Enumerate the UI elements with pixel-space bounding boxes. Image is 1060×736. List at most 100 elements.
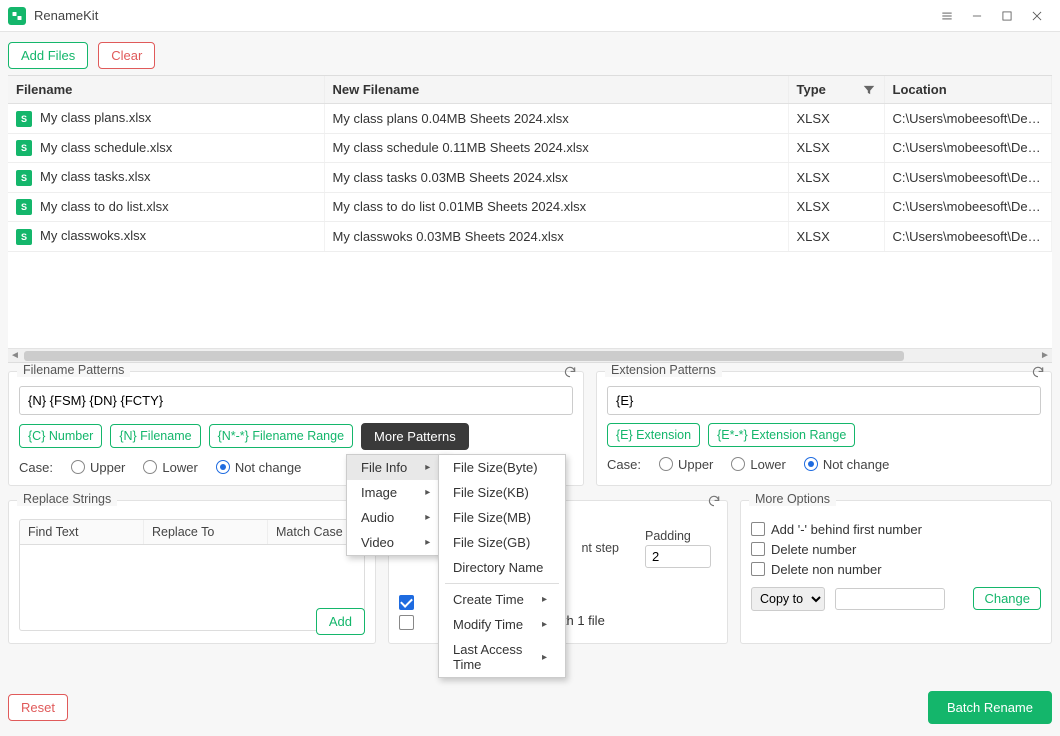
col-location[interactable]: Location [884,76,1052,104]
cell-newname: My classwoks 0.03MB Sheets 2024.xlsx [324,222,788,252]
maximize-button[interactable] [992,0,1022,32]
cell-type: XLSX [788,163,884,193]
menu-last-access-time[interactable]: Last Access Time▸ [439,637,565,677]
chk-unknown1[interactable] [399,595,414,610]
batch-rename-button[interactable]: Batch Rename [928,691,1052,724]
pill-filename[interactable]: {N} Filename [110,424,200,448]
cell-location: C:\Users\mobeesoft\Desktop\ [884,222,1052,252]
chk-delete-number[interactable] [751,542,765,556]
menu-directory-name[interactable]: Directory Name [439,555,565,580]
clear-button[interactable]: Clear [98,42,155,69]
toolbar: Add Files Clear [0,32,1060,75]
file-table: Filename New Filename Type Location SMy … [8,75,1052,363]
cell-filename: My class to do list.xlsx [40,199,169,214]
panel-title: Filename Patterns [17,363,130,377]
filter-icon[interactable] [862,83,876,100]
hamburger-menu-icon[interactable] [932,0,962,32]
col-filename[interactable]: Filename [8,76,324,104]
menu-size-byte[interactable]: File Size(Byte) [439,455,565,480]
cell-newname: My class to do list 0.01MB Sheets 2024.x… [324,192,788,222]
file-info-submenu[interactable]: File Size(Byte) File Size(KB) File Size(… [438,454,566,678]
chk-dash[interactable] [751,522,765,536]
menu-video[interactable]: Video▸ [347,530,448,555]
more-patterns-menu[interactable]: File Info▸ Image▸ Audio▸ Video▸ [346,454,449,556]
panel-title: Replace Strings [17,492,117,506]
chk-restart[interactable] [399,615,414,630]
pill-number[interactable]: {C} Number [19,424,102,448]
pill-extension-range[interactable]: {E*-*} Extension Range [708,423,855,447]
cell-newname: My class schedule 0.11MB Sheets 2024.xls… [324,133,788,163]
menu-size-mb[interactable]: File Size(MB) [439,505,565,530]
spreadsheet-icon: S [16,229,32,245]
extension-pattern-input[interactable] [607,386,1041,415]
minimize-button[interactable] [962,0,992,32]
table-row[interactable]: SMy class plans.xlsxMy class plans 0.04M… [8,104,1052,134]
menu-modify-time[interactable]: Modify Time▸ [439,612,565,637]
refresh-icon[interactable] [707,494,721,511]
cell-newname: My class tasks 0.03MB Sheets 2024.xlsx [324,163,788,193]
cell-type: XLSX [788,192,884,222]
spreadsheet-icon: S [16,199,32,215]
panel-title: More Options [749,492,836,506]
menu-size-kb[interactable]: File Size(KB) [439,480,565,505]
copy-move-select[interactable]: Copy to [751,587,825,611]
col-replace: Replace To [144,520,268,544]
menu-file-info[interactable]: File Info▸ [347,455,448,480]
scroll-left-arrow[interactable]: ◄ [8,349,22,363]
increment-step-field: nt step [581,541,619,555]
pill-extension[interactable]: {E} Extension [607,423,700,447]
col-newname[interactable]: New Filename [324,76,788,104]
cell-location: C:\Users\mobeesoft\Desktop\ [884,104,1052,134]
chk-delete-non-number[interactable] [751,562,765,576]
table-row[interactable]: SMy class schedule.xlsxMy class schedule… [8,133,1052,163]
case-label: Case: [19,460,53,475]
reset-button[interactable]: Reset [8,694,68,721]
pill-filename-range[interactable]: {N*-*} Filename Range [209,424,353,448]
filename-pattern-input[interactable] [19,386,573,415]
table-header-row: Filename New Filename Type Location [8,76,1052,104]
refresh-icon[interactable] [563,365,577,382]
horizontal-scrollbar[interactable]: ◄ ► [8,348,1052,362]
case-lower-radio[interactable]: Lower [143,460,197,475]
change-button[interactable]: Change [973,587,1041,610]
scroll-right-arrow[interactable]: ► [1038,349,1052,363]
table-row[interactable]: S My class tasks.xlsx My class tasks 0.03M… [8,163,1052,193]
col-type[interactable]: Type [788,76,884,104]
menu-image[interactable]: Image▸ [347,480,448,505]
cell-newname: My class plans 0.04MB Sheets 2024.xlsx [324,104,788,134]
padding-input[interactable] [645,545,711,568]
add-files-button[interactable]: Add Files [8,42,88,69]
add-replace-button[interactable]: Add [316,608,365,635]
more-patterns-button[interactable]: More Patterns [361,423,469,450]
menu-size-gb[interactable]: File Size(GB) [439,530,565,555]
cell-filename: My class tasks.xlsx [40,169,151,184]
spreadsheet-icon: S [16,170,32,186]
restart-label: ith 1 file [560,613,605,628]
menu-create-time[interactable]: Create Time▸ [439,587,565,612]
titlebar: RenameKit [0,0,1060,32]
cell-location: C:\Users\mobeesoft\Desktop\ [884,133,1052,163]
dest-path-input[interactable] [835,588,945,610]
close-button[interactable] [1022,0,1052,32]
scroll-thumb[interactable] [24,351,904,361]
menu-audio[interactable]: Audio▸ [347,505,448,530]
ext-case-upper-radio[interactable]: Upper [659,457,713,472]
bottom-bar: Reset Batch Rename [8,691,1052,724]
case-label: Case: [607,457,641,472]
app-icon [8,7,26,25]
table-row[interactable]: S My class to do list.xlsx My class to do … [8,192,1052,222]
ext-case-lower-radio[interactable]: Lower [731,457,785,472]
refresh-icon[interactable] [1031,365,1045,382]
col-find: Find Text [20,520,144,544]
panel-title: Extension Patterns [605,363,722,377]
table-row[interactable]: S My classwoks.xlsx My classwoks 0.03MB Sh… [8,222,1052,252]
case-upper-radio[interactable]: Upper [71,460,125,475]
cell-location: C:\Users\mobeesoft\Desktop\ [884,192,1052,222]
replace-list[interactable] [19,545,365,631]
ext-case-notchange-radio[interactable]: Not change [804,457,890,472]
cell-type: XLSX [788,133,884,163]
case-notchange-radio[interactable]: Not change [216,460,302,475]
cell-filename: My class schedule.xlsx [40,140,172,155]
cell-filename: My classwoks.xlsx [40,228,146,243]
app-title: RenameKit [34,8,98,23]
